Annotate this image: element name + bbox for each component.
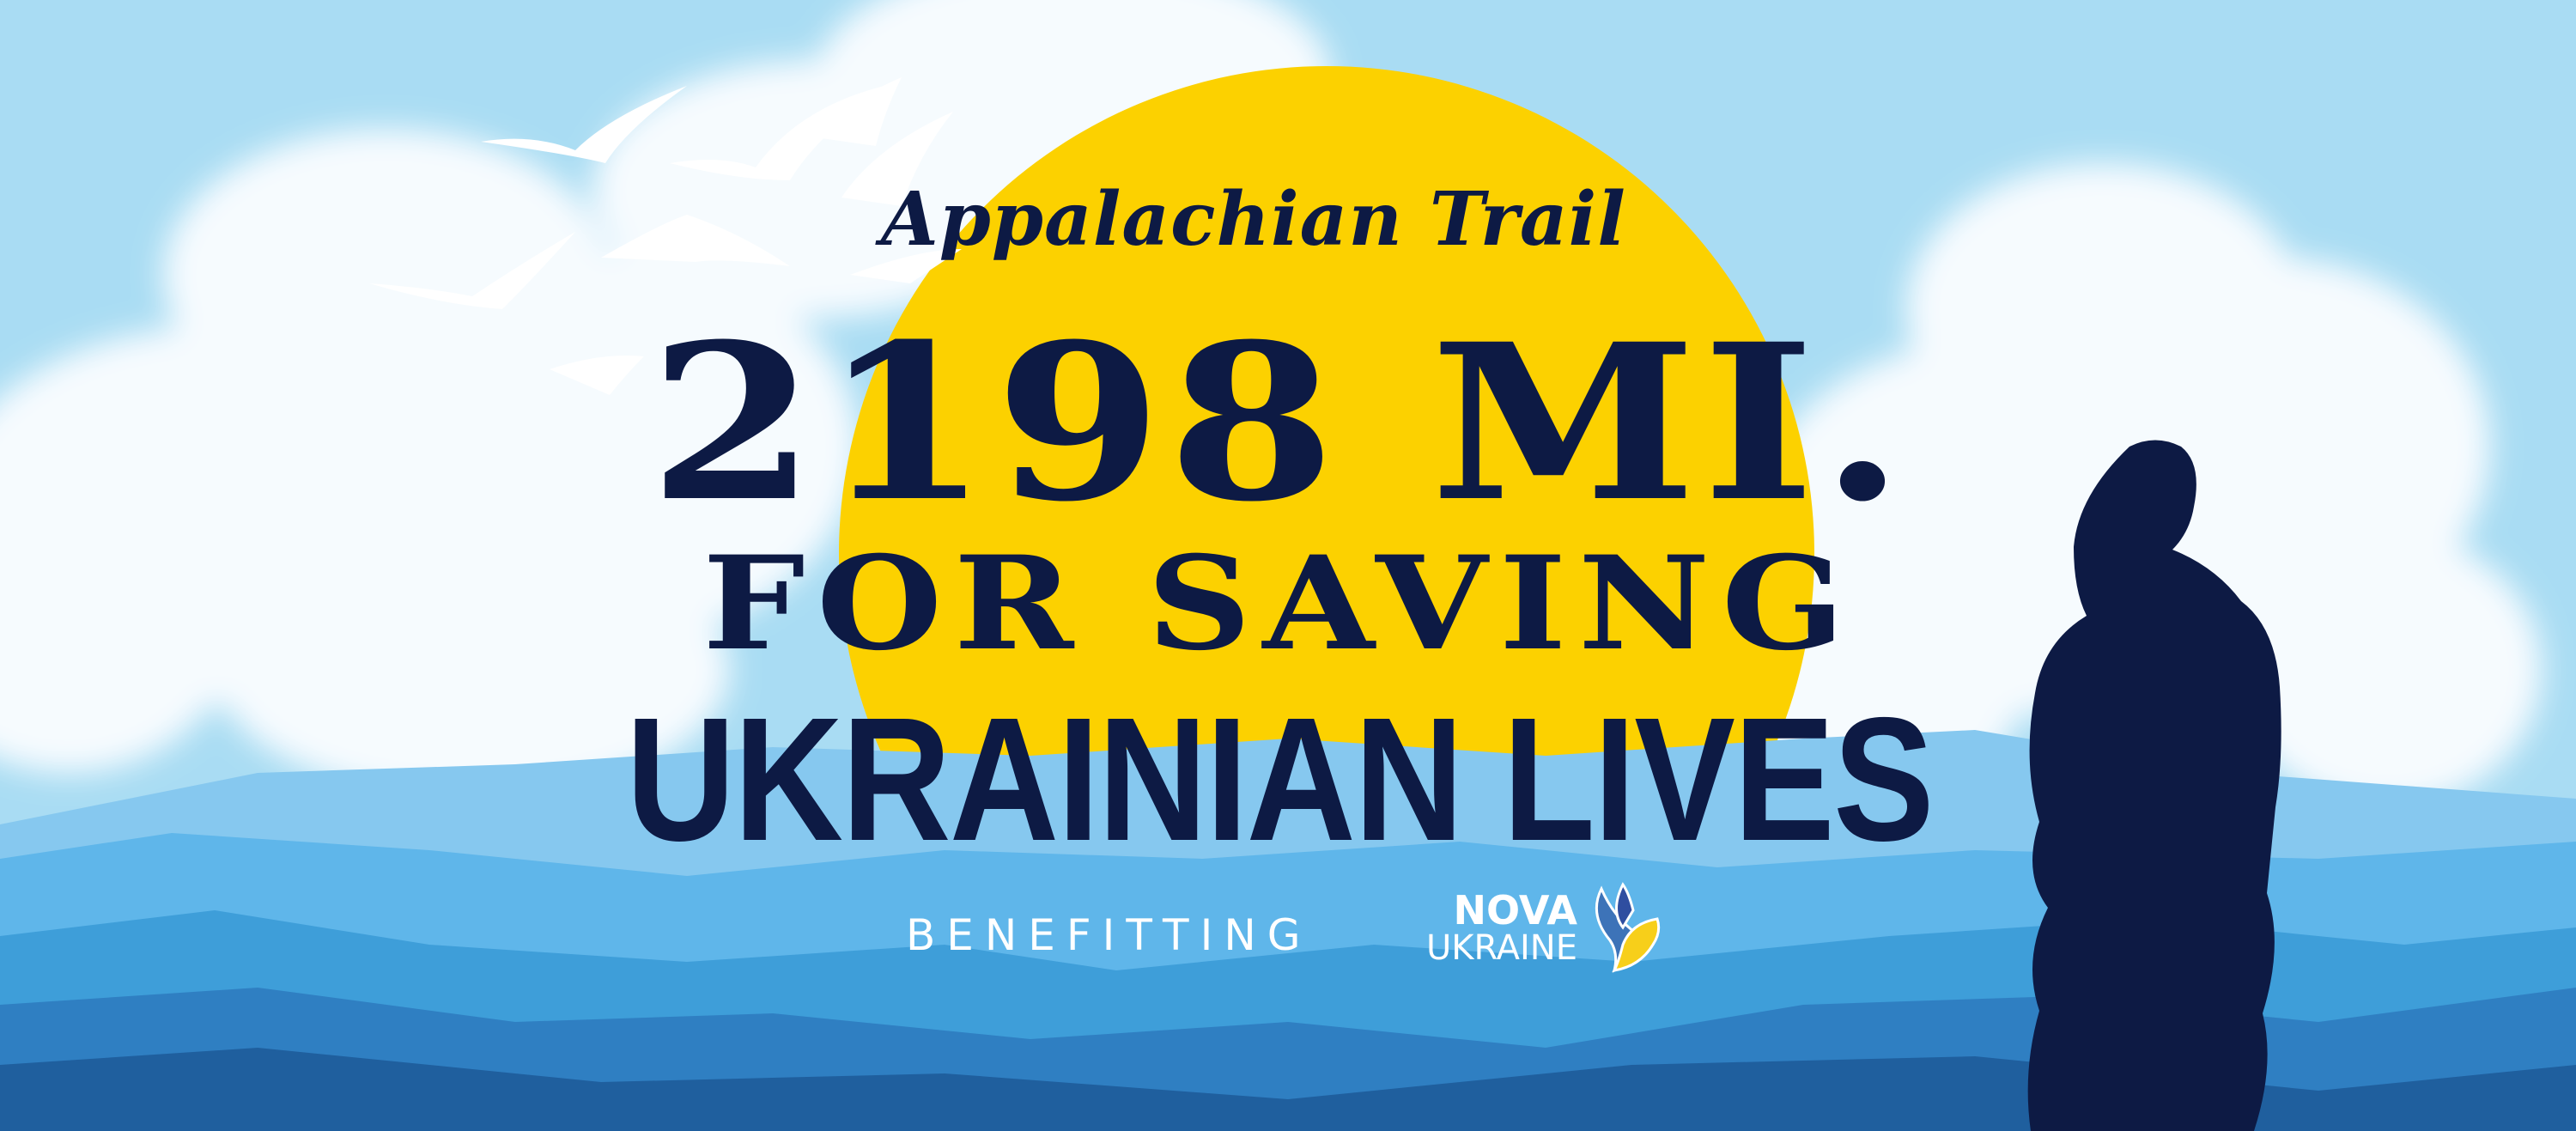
trail-script-title: Appalachian Trail [881, 176, 1626, 263]
headline-line-3: UKRAINIAN LIVES [626, 681, 1935, 878]
headline-line-2: FOR SAVING [702, 528, 1856, 679]
logo-name-bottom: UKRAINE [1425, 928, 1577, 968]
dove-icon [1595, 882, 1661, 973]
benefitting-label: BENEFITTING [906, 910, 1312, 960]
nova-ukraine-logo: NOVA UKRAINE [1387, 880, 1662, 975]
headline-miles: 2198 MI. [648, 296, 1911, 549]
logo-name-top: NOVA [1453, 887, 1577, 933]
